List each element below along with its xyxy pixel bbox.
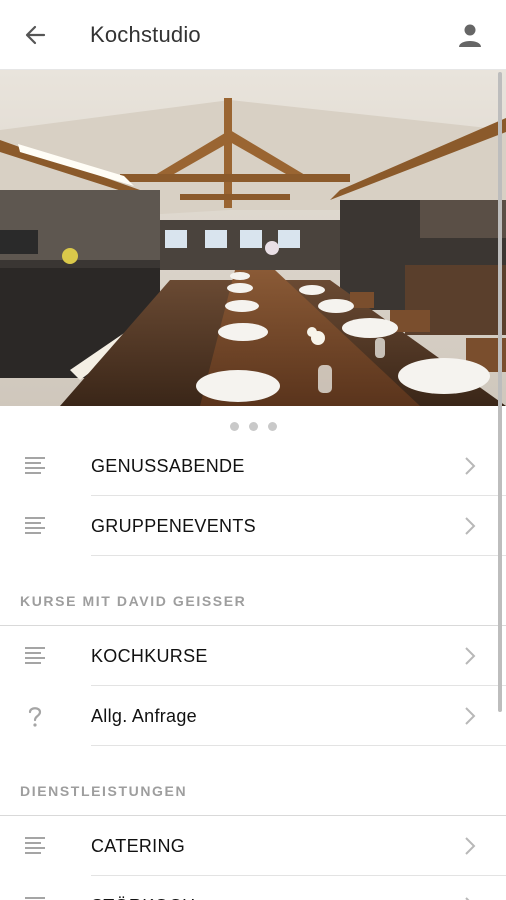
list-icon [25, 837, 45, 854]
menu-item-stoerkoch[interactable]: STÖRKOCH [0, 876, 506, 900]
divider [91, 745, 506, 746]
list-icon [25, 517, 45, 534]
chevron-right-icon [465, 837, 476, 855]
section-title-dienstleistungen: DIENSTLEISTUNGEN [20, 783, 188, 799]
arrow-left-icon [25, 25, 46, 45]
carousel-dot[interactable] [248, 422, 258, 431]
carousel-dot[interactable] [229, 422, 239, 431]
back-button[interactable] [20, 20, 50, 50]
chevron-right-icon [465, 517, 476, 535]
divider [91, 555, 506, 556]
menu-item-kochkurse[interactable]: KOCHKURSE [0, 626, 506, 686]
page-title: Kochstudio [90, 22, 201, 47]
carousel-dot[interactable] [267, 422, 277, 431]
menu-item-catering[interactable]: CATERING [0, 816, 506, 876]
profile-button[interactable] [455, 20, 485, 50]
kitchen-photo [0, 70, 506, 406]
chevron-right-icon [465, 897, 470, 900]
section-title-kurse: KURSE MIT DAVID GEISSER [20, 593, 247, 609]
list-icon [25, 647, 45, 664]
chevron-right-icon [465, 707, 476, 725]
menu-item-gruppenevents[interactable]: GRUPPENEVENTS [0, 496, 506, 556]
scrollbar[interactable] [498, 72, 502, 712]
list-icon [25, 897, 45, 899]
menu-item-label: Allg. Anfrage [91, 706, 197, 726]
menu-item-genussabende[interactable]: GENUSSABENDE [0, 436, 506, 496]
question-icon [28, 707, 42, 727]
chevron-right-icon [465, 457, 476, 475]
app-bar: Kochstudio [0, 0, 506, 70]
list-icon [25, 457, 45, 474]
chevron-right-icon [465, 647, 476, 665]
menu-item-label: KOCHKURSE [91, 646, 208, 666]
hero-image[interactable] [0, 70, 506, 406]
menu-item-label: GENUSSABENDE [91, 456, 245, 476]
carousel-indicator [0, 418, 506, 434]
person-icon [459, 24, 481, 47]
menu-item-label: CATERING [91, 836, 186, 856]
menu-item-label: STÖRKOCH [91, 876, 195, 900]
menu-item-label: GRUPPENEVENTS [91, 516, 256, 536]
menu-item-allg-anfrage[interactable]: Allg. Anfrage [0, 686, 506, 746]
